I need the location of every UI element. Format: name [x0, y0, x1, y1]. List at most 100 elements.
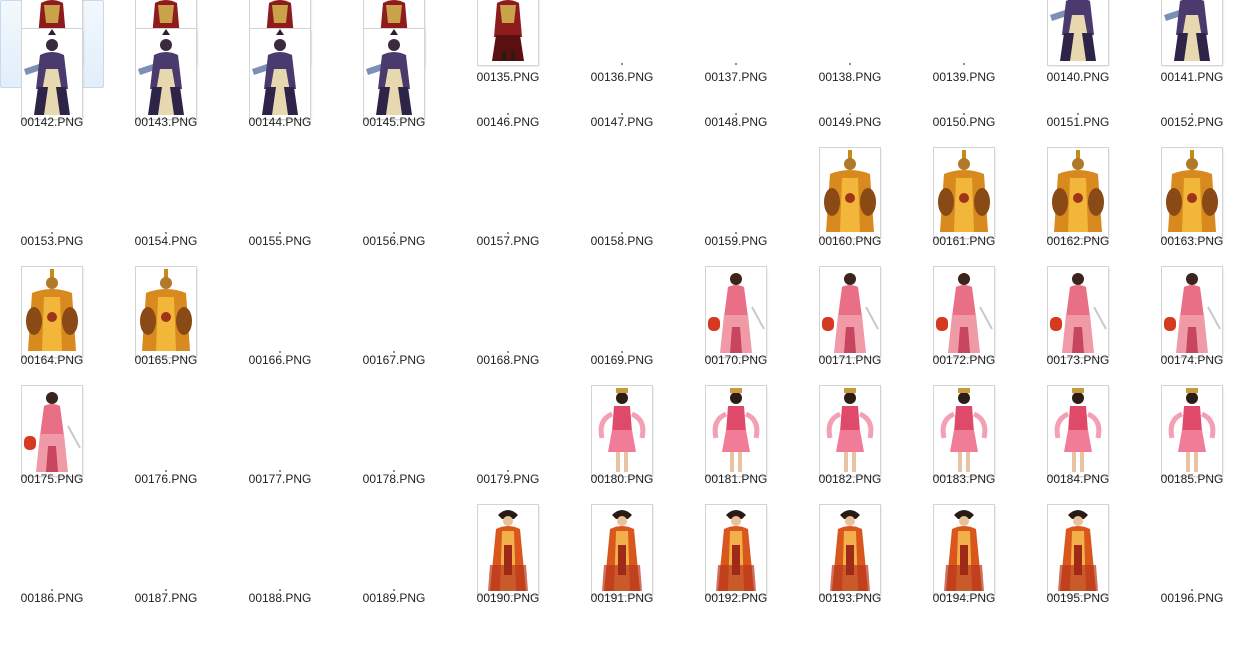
file-item[interactable]: 00154.PNG — [114, 145, 218, 263]
file-item[interactable]: 00162.PNG — [1026, 145, 1130, 263]
dancer-pink-thumbnail-icon — [706, 386, 766, 476]
file-item[interactable]: 00144.PNG — [228, 26, 332, 144]
file-name-label: 00149.PNG — [818, 115, 882, 129]
file-item[interactable]: 00156.PNG — [342, 145, 446, 263]
file-name-label: 00179.PNG — [476, 472, 540, 486]
file-item[interactable]: 00188.PNG — [228, 502, 332, 620]
file-item[interactable]: 00177.PNG — [228, 383, 332, 501]
file-name-label: 00188.PNG — [248, 591, 312, 605]
dancer-pink-thumbnail-icon — [592, 386, 652, 476]
empress-orange-thumbnail-icon — [820, 505, 880, 595]
file-item[interactable]: 00155.PNG — [228, 145, 332, 263]
file-name-label: 00180.PNG — [590, 472, 654, 486]
file-name-label: 00147.PNG — [590, 115, 654, 129]
file-item[interactable]: 00149.PNG — [798, 26, 902, 144]
file-name-label: 00160.PNG — [818, 234, 882, 248]
file-item[interactable]: 00178.PNG — [342, 383, 446, 501]
file-name-label: 00196.PNG — [1160, 591, 1224, 605]
file-item[interactable]: 00146.PNG — [456, 26, 560, 144]
file-item[interactable]: 00166.PNG — [228, 264, 332, 382]
empress-orange-thumbnail-icon — [706, 505, 766, 595]
file-item[interactable]: 00171.PNG — [798, 264, 902, 382]
file-item[interactable]: 00185.PNG — [1140, 383, 1244, 501]
empress-orange-thumbnail-icon — [592, 505, 652, 595]
file-item[interactable]: 00158.PNG — [570, 145, 674, 263]
file-item[interactable]: 00196.PNG — [1140, 502, 1244, 620]
file-item[interactable]: 00148.PNG — [684, 26, 788, 144]
file-item[interactable]: 00192.PNG — [684, 502, 788, 620]
file-item[interactable]: 00189.PNG — [342, 502, 446, 620]
file-name-label: 00195.PNG — [1046, 591, 1110, 605]
file-item[interactable]: 00157.PNG — [456, 145, 560, 263]
file-name-label: 00181.PNG — [704, 472, 768, 486]
lantern-girl-pink-thumbnail-icon — [1048, 267, 1108, 357]
lantern-girl-pink-thumbnail-icon — [820, 267, 880, 357]
file-item[interactable]: 00152.PNG — [1140, 26, 1244, 144]
file-item[interactable]: 00184.PNG — [1026, 383, 1130, 501]
file-name-label: 00175.PNG — [20, 472, 84, 486]
file-item[interactable]: 00193.PNG — [798, 502, 902, 620]
file-name-label: 00194.PNG — [932, 591, 996, 605]
file-item[interactable]: 00147.PNG — [570, 26, 674, 144]
file-item[interactable]: 00150.PNG — [912, 26, 1016, 144]
file-item[interactable]: 00173.PNG — [1026, 264, 1130, 382]
file-item[interactable]: 00176.PNG — [114, 383, 218, 501]
file-item[interactable]: 00163.PNG — [1140, 145, 1244, 263]
file-name-label: 00162.PNG — [1046, 234, 1110, 248]
file-name-label: 00161.PNG — [932, 234, 996, 248]
dancer-pink-thumbnail-icon — [934, 386, 994, 476]
file-name-label: 00193.PNG — [818, 591, 882, 605]
file-item[interactable]: 00153.PNG — [0, 145, 104, 263]
sorcerer-purple-thumbnail-icon — [364, 29, 424, 119]
file-item[interactable]: 00159.PNG — [684, 145, 788, 263]
file-item[interactable]: 00181.PNG — [684, 383, 788, 501]
file-item[interactable]: 00172.PNG — [912, 264, 1016, 382]
file-item[interactable]: 00191.PNG — [570, 502, 674, 620]
monk-gold-thumbnail-icon — [1048, 148, 1108, 238]
file-name-label: 00146.PNG — [476, 115, 540, 129]
lantern-girl-pink-thumbnail-icon — [22, 386, 82, 476]
file-item[interactable]: 00164.PNG — [0, 264, 104, 382]
file-item[interactable]: 00167.PNG — [342, 264, 446, 382]
monk-gold-thumbnail-icon — [136, 267, 196, 357]
file-name-label: 00156.PNG — [362, 234, 426, 248]
file-item[interactable]: 00186.PNG — [0, 502, 104, 620]
sorcerer-purple-thumbnail-icon — [250, 29, 310, 119]
file-item[interactable]: 00175.PNG — [0, 383, 104, 501]
file-name-label: 00192.PNG — [704, 591, 768, 605]
monk-gold-thumbnail-icon — [934, 148, 994, 238]
file-icon-grid: 00131.PNG00132.PNG00133.PNG00134.PNG0013… — [0, 0, 1253, 672]
file-item[interactable]: 00151.PNG — [1026, 26, 1130, 144]
file-item[interactable]: 00142.PNG — [0, 26, 104, 144]
file-name-label: 00191.PNG — [590, 591, 654, 605]
file-item[interactable]: 00195.PNG — [1026, 502, 1130, 620]
file-item[interactable]: 00143.PNG — [114, 26, 218, 144]
file-item[interactable]: 00179.PNG — [456, 383, 560, 501]
file-name-label: 00163.PNG — [1160, 234, 1224, 248]
file-item[interactable]: 00165.PNG — [114, 264, 218, 382]
file-item[interactable]: 00194.PNG — [912, 502, 1016, 620]
file-name-label: 00178.PNG — [362, 472, 426, 486]
file-item[interactable]: 00183.PNG — [912, 383, 1016, 501]
file-item[interactable]: 00145.PNG — [342, 26, 446, 144]
file-name-label: 00189.PNG — [362, 591, 426, 605]
file-item[interactable]: 00161.PNG — [912, 145, 1016, 263]
file-name-label: 00177.PNG — [248, 472, 312, 486]
file-name-label: 00164.PNG — [20, 353, 84, 367]
file-name-label: 00151.PNG — [1046, 115, 1110, 129]
file-item[interactable]: 00174.PNG — [1140, 264, 1244, 382]
file-name-label: 00182.PNG — [818, 472, 882, 486]
file-item[interactable]: 00160.PNG — [798, 145, 902, 263]
file-item[interactable]: 00168.PNG — [456, 264, 560, 382]
file-name-label: 00166.PNG — [248, 353, 312, 367]
file-item[interactable]: 00187.PNG — [114, 502, 218, 620]
file-name-label: 00159.PNG — [704, 234, 768, 248]
lantern-girl-pink-thumbnail-icon — [706, 267, 766, 357]
file-item[interactable]: 00182.PNG — [798, 383, 902, 501]
file-item[interactable]: 00190.PNG — [456, 502, 560, 620]
monk-gold-thumbnail-icon — [820, 148, 880, 238]
file-item[interactable]: 00169.PNG — [570, 264, 674, 382]
file-item[interactable]: 00180.PNG — [570, 383, 674, 501]
file-item[interactable]: 00170.PNG — [684, 264, 788, 382]
file-name-label: 00171.PNG — [818, 353, 882, 367]
